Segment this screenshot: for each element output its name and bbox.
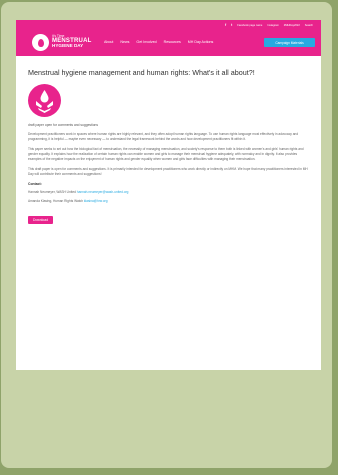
- paragraph: This draft paper is open for comments an…: [28, 167, 308, 176]
- nav-item-get-involved[interactable]: Get Involved: [136, 40, 156, 44]
- paragraph: Development practitioners work in spaces…: [28, 132, 299, 141]
- nav-item-news[interactable]: News: [120, 40, 129, 44]
- download-button[interactable]: Download: [28, 216, 54, 224]
- top-link[interactable]: Facebook page name: [237, 24, 262, 27]
- facebook-icon[interactable]: f: [225, 23, 226, 27]
- article: Menstrual hygiene management and human r…: [28, 68, 310, 226]
- contact-name: Amanda Klasing, Human Rights Watch: [28, 199, 83, 203]
- contact-email-link[interactable]: klasina@hrw.org: [84, 199, 108, 203]
- main-nav: it's Time MENSTRUAL HYGIENE DAY About Ne…: [16, 30, 321, 56]
- page-title: Menstrual hygiene management and human r…: [28, 68, 255, 77]
- contact-name: Hannah Neumeyer, WASH United: [28, 190, 76, 194]
- nav-item-mh-day-actions[interactable]: MH Day Actions: [188, 40, 214, 44]
- lead-text: draft paper open for comments and sugges…: [28, 123, 99, 127]
- nav-item-about[interactable]: About: [104, 40, 113, 44]
- twitter-icon[interactable]: t: [231, 23, 232, 27]
- hands-drop-icon: [28, 84, 61, 117]
- top-link[interactable]: Search: [305, 24, 313, 27]
- contact-line: Hannah Neumeyer, WASH United hannah.neum…: [28, 190, 310, 194]
- site-logo[interactable]: it's Time MENSTRUAL HYGIENE DAY: [52, 34, 91, 49]
- campaign-materials-button[interactable]: Campaign Materials: [264, 38, 315, 47]
- top-bar: f t Facebook page name Instagram #MHDay2…: [16, 20, 321, 30]
- logo-line: HYGIENE DAY: [52, 43, 84, 49]
- top-link[interactable]: #MHDay2022: [284, 24, 300, 27]
- webpage: f t Facebook page name Instagram #MHDay2…: [16, 20, 321, 370]
- contact-heading: Contact:: [28, 182, 42, 186]
- nav-item-resources[interactable]: Resources: [164, 40, 181, 44]
- logo-icon[interactable]: [32, 34, 49, 51]
- paragraph: This paper seeks to set out how the biol…: [28, 147, 304, 161]
- contact-line: Amanda Klasing, Human Rights Watch klasi…: [28, 199, 310, 203]
- top-link[interactable]: Instagram: [267, 24, 279, 27]
- nav-menu: About News Get Involved Resources MH Day…: [104, 40, 213, 44]
- contact-email-link[interactable]: hannah.neumeyer@wash-united.org: [77, 190, 129, 194]
